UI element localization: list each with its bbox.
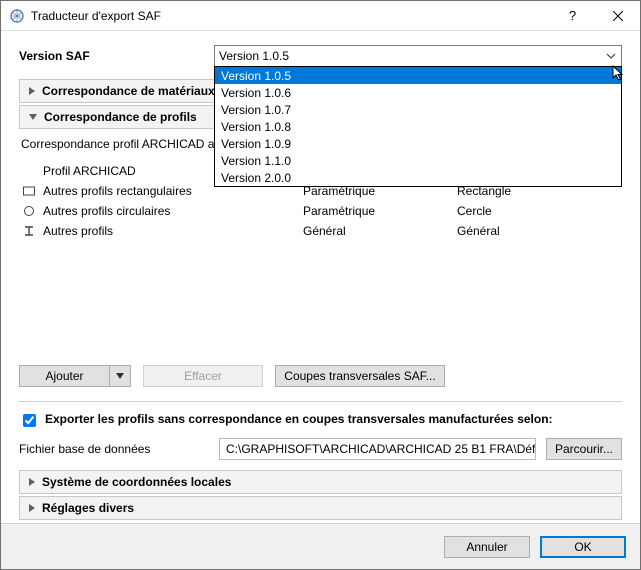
row-form: Général: [303, 224, 457, 238]
section-misc-label: Réglages divers: [42, 501, 134, 515]
version-option[interactable]: Version 1.0.8: [215, 118, 621, 135]
col-header: Profil ARCHICAD: [43, 164, 136, 178]
section-coord-label: Système de coordonnées locales: [42, 475, 231, 489]
section-profiles-label: Correspondance de profils: [44, 110, 197, 124]
section-misc[interactable]: Réglages divers: [19, 496, 622, 520]
triangle-right-icon: [28, 86, 36, 96]
row-name: Autres profils: [43, 224, 113, 238]
ok-button[interactable]: OK: [540, 536, 626, 558]
help-button[interactable]: ?: [550, 1, 595, 30]
export-check-label: Exporter les profils sans correspondance…: [45, 412, 553, 426]
ibeam-icon: [21, 224, 37, 238]
version-option[interactable]: Version 1.1.0: [215, 152, 621, 169]
titlebar: Traducteur d'export SAF ?: [1, 1, 640, 31]
export-uncorrelated-checkbox[interactable]: [23, 414, 36, 427]
add-button[interactable]: Ajouter: [19, 365, 109, 387]
add-button-caret[interactable]: [109, 365, 131, 387]
row-shape: Cercle: [457, 204, 622, 218]
section-coord[interactable]: Système de coordonnées locales: [19, 470, 622, 494]
triangle-right-icon: [28, 477, 36, 487]
footer: Annuler OK: [1, 523, 640, 569]
version-option[interactable]: Version 1.0.6: [215, 84, 621, 101]
version-option[interactable]: Version 1.0.7: [215, 101, 621, 118]
db-path-field[interactable]: C:\GRAPHISOFT\ARCHICAD\ARCHICAD 25 B1 FR…: [219, 438, 536, 460]
row-shape: Général: [457, 224, 622, 238]
version-select[interactable]: Version 1.0.5: [214, 45, 622, 67]
version-option[interactable]: Version 1.0.9: [215, 135, 621, 152]
circle-icon: [21, 204, 37, 218]
version-label: Version SAF: [19, 49, 214, 63]
chevron-down-icon: [605, 49, 617, 63]
version-option[interactable]: Version 1.0.5: [215, 67, 621, 84]
rectangle-icon: [21, 184, 37, 198]
version-select-value: Version 1.0.5: [219, 49, 289, 63]
close-button[interactable]: [595, 1, 640, 30]
row-name: Autres profils rectangulaires: [43, 184, 192, 198]
delete-button: Effacer: [143, 365, 263, 387]
row-name: Autres profils circulaires: [43, 204, 170, 218]
table-row[interactable]: Autres profils circulaires Paramétrique …: [21, 201, 622, 221]
version-dropdown: Version 1.0.5 Version 1.0.6 Version 1.0.…: [214, 66, 622, 187]
db-path-label: Fichier base de données: [19, 442, 209, 456]
window-title: Traducteur d'export SAF: [31, 9, 550, 23]
browse-button[interactable]: Parcourir...: [546, 438, 622, 460]
triangle-right-icon: [28, 503, 36, 513]
version-option[interactable]: Version 2.0.0: [215, 169, 621, 186]
cursor-icon: [612, 65, 626, 83]
saf-sections-button[interactable]: Coupes transversales SAF...: [275, 365, 445, 387]
triangle-down-icon: [28, 113, 38, 121]
row-form: Paramétrique: [303, 204, 457, 218]
section-materials-label: Correspondance de matériaux: [42, 84, 215, 98]
table-row[interactable]: Autres profils Général Général: [21, 221, 622, 241]
app-icon: [9, 8, 25, 24]
cancel-button[interactable]: Annuler: [444, 536, 530, 558]
